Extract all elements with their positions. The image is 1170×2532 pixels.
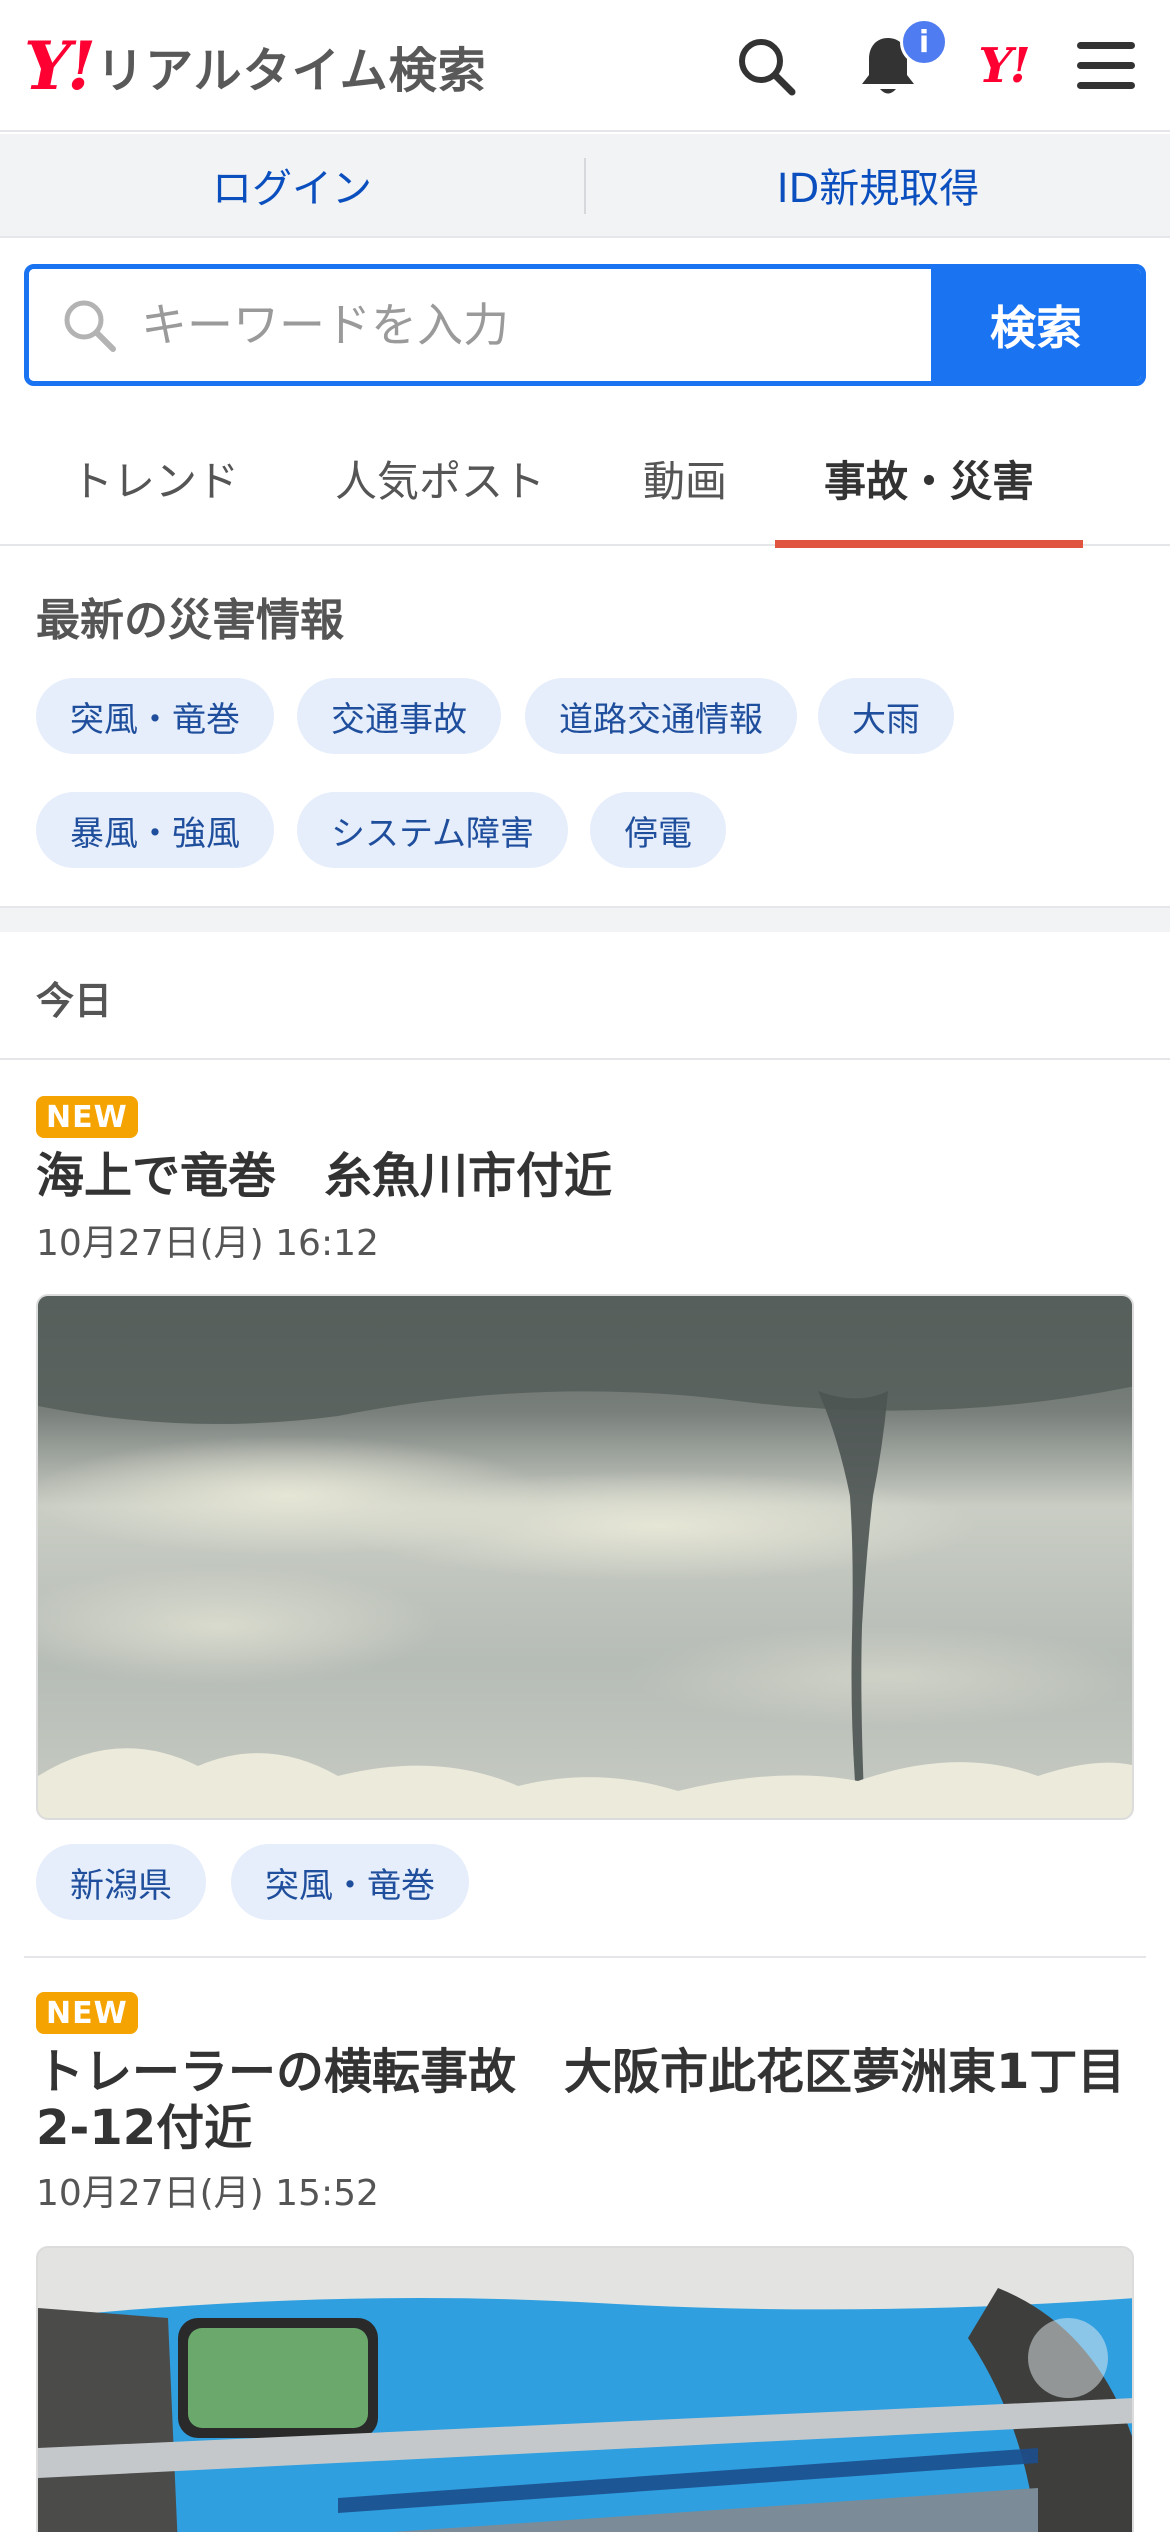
disaster-chip[interactable]: 停電 xyxy=(590,792,726,868)
account-bar: ログイン ID新規取得 xyxy=(0,134,1170,238)
hamburger-menu-icon[interactable] xyxy=(1068,28,1144,104)
app-header: Y! リアルタイム検索 i Y! xyxy=(0,0,1170,132)
tab-video[interactable]: 動画 xyxy=(610,410,760,546)
disaster-heading: 最新の災害情報 xyxy=(36,595,344,646)
yahoo-japan-mark: Y! xyxy=(978,38,1030,94)
article-title[interactable]: 海上で竜巻 糸魚川市付近 xyxy=(36,1148,1136,1204)
new-badge: NEW xyxy=(36,1096,138,1138)
yahoo-japan-icon[interactable]: Y! xyxy=(965,28,1041,104)
search-bar: 検索 xyxy=(24,264,1146,386)
login-link[interactable]: ログイン xyxy=(0,134,584,236)
article-date: 10月27日(月) 15:52 xyxy=(36,2173,379,2214)
notification-bell-icon[interactable]: i xyxy=(850,18,948,104)
tab-accident-disaster[interactable]: 事故・災害 xyxy=(775,410,1083,548)
latest-disaster-info: 最新の災害情報 突風・竜巻 交通事故 道路交通情報 大雨 暴風・強風 システム障… xyxy=(0,548,1170,906)
signup-link[interactable]: ID新規取得 xyxy=(586,134,1170,236)
disaster-chip[interactable]: システム障害 xyxy=(297,792,568,868)
tab-popular-posts[interactable]: 人気ポスト xyxy=(300,410,580,546)
tornado-photo[interactable] xyxy=(36,1294,1134,1820)
disaster-chip[interactable]: 大雨 xyxy=(818,678,954,754)
trailer-accident-photo[interactable] xyxy=(36,2246,1134,2532)
yahoo-realtime-logo[interactable]: Y! リアルタイム検索 xyxy=(24,30,487,102)
disaster-chip[interactable]: 道路交通情報 xyxy=(525,678,797,754)
article-date: 10月27日(月) 16:12 xyxy=(36,1223,379,1264)
disaster-chip[interactable]: 暴風・強風 xyxy=(36,792,274,868)
search-field-icon xyxy=(64,300,116,352)
logo-text: リアルタイム検索 xyxy=(96,43,487,99)
category-tabs: トレンド 人気ポスト 動画 事故・災害 xyxy=(0,410,1170,548)
disaster-chip[interactable]: 交通事故 xyxy=(297,678,501,754)
disaster-chip[interactable]: 突風・竜巻 xyxy=(36,678,274,754)
search-icon[interactable] xyxy=(728,28,804,104)
article-title[interactable]: トレーラーの横転事故 大阪市此花区夢洲東1丁目2-12付近 xyxy=(36,2044,1136,2156)
tab-trend[interactable]: トレンド xyxy=(40,410,270,546)
article-tag[interactable]: 突風・竜巻 xyxy=(231,1844,469,1920)
yahoo-logo-mark: Y! xyxy=(24,27,96,105)
article-card[interactable]: NEW トレーラーの横転事故 大阪市此花区夢洲東1丁目2-12付近 10月27日… xyxy=(0,1958,1170,2532)
section-gap xyxy=(0,906,1170,932)
search-input-wrap xyxy=(29,269,931,381)
date-section-header: 今日 xyxy=(0,932,1170,1060)
article-tag[interactable]: 新潟県 xyxy=(36,1844,206,1920)
date-section-label: 今日 xyxy=(36,979,113,1023)
search-input[interactable] xyxy=(141,298,901,352)
new-badge: NEW xyxy=(36,1992,138,2034)
article-card[interactable]: NEW 海上で竜巻 糸魚川市付近 10月27日(月) 16:12 新潟県 突風・… xyxy=(0,1062,1170,1962)
search-button[interactable]: 検索 xyxy=(931,269,1141,381)
notification-badge: i xyxy=(900,18,948,66)
